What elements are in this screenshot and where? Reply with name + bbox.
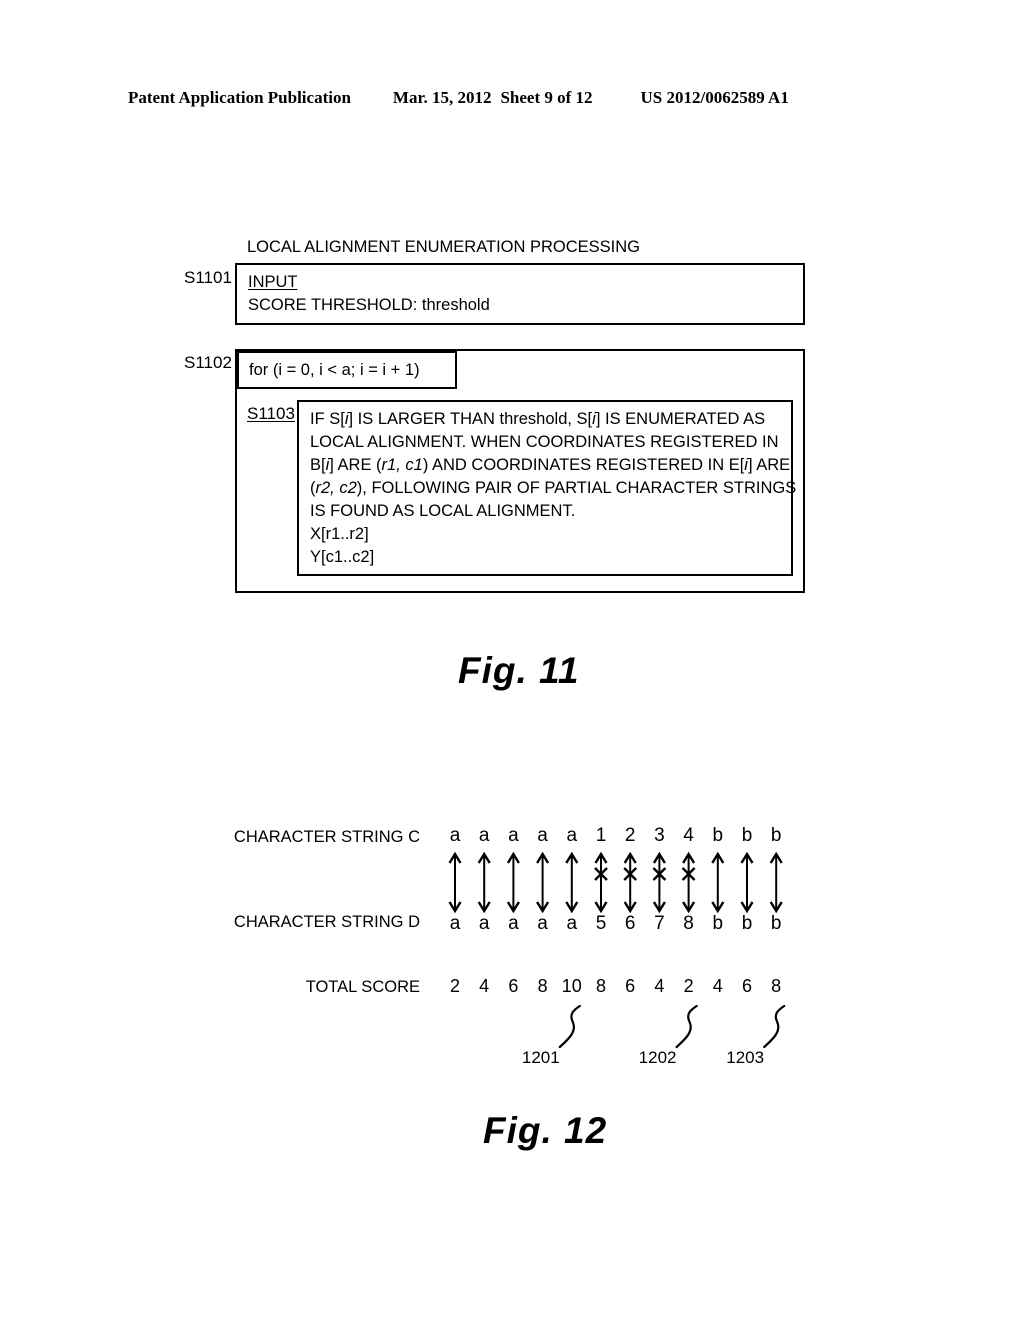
character-string-d-cell: b (770, 913, 782, 934)
total-score-cell: 4 (712, 976, 723, 996)
match-arrow (448, 851, 462, 914)
character-string-c-cell: b (741, 825, 753, 846)
total-score-cell: 4 (654, 976, 665, 996)
character-string-d-cell: b (741, 913, 753, 934)
character-string-c-cell: a (566, 825, 578, 846)
character-string-c-cell: a (537, 825, 548, 846)
total-score-cell: 6 (625, 976, 636, 996)
character-string-c-cell: 2 (624, 825, 636, 846)
callout-number: 1202 (638, 1048, 677, 1067)
character-string-c-row: aaaaa1234bbb (450, 824, 815, 848)
character-string-d-cell: a (449, 913, 461, 934)
label-character-string-c: CHARACTER STRING C (233, 828, 420, 846)
total-score-cell: 4 (479, 976, 490, 996)
character-string-c-cell: b (712, 825, 724, 846)
total-score-cell: 10 (561, 976, 582, 996)
match-arrow (506, 851, 520, 914)
total-score-cell: 6 (741, 976, 752, 996)
mismatch-arrow (623, 851, 638, 914)
total-score-cell: 6 (508, 976, 519, 996)
total-score-cell: 2 (449, 976, 460, 996)
character-string-c-cell: b (770, 825, 782, 846)
match-arrow (536, 851, 550, 914)
character-string-d-cell: 8 (683, 913, 694, 934)
character-string-d-cell: 5 (595, 913, 607, 934)
callout-number: 1203 (726, 1048, 765, 1067)
match-arrow (740, 851, 754, 914)
match-arrow (769, 851, 783, 914)
match-arrow (565, 851, 579, 914)
total-score-row: 2 4 6 8 10 8 6 4 2 4 6 8 (450, 975, 815, 999)
callout-leader-line (558, 1004, 581, 1049)
total-score-cell: 8 (595, 976, 606, 996)
figure-12: CHARACTER STRING C CHARACTER STRING D TO… (0, 0, 1024, 1320)
figure-12-caption: Fig. 12 (483, 1110, 608, 1151)
character-string-c-cell: 1 (595, 825, 607, 846)
character-string-c-cell: 3 (654, 825, 665, 846)
match-arrow (477, 851, 491, 914)
callout-leader-line (675, 1004, 698, 1049)
total-score-cell: 8 (771, 976, 782, 996)
character-string-d-cell: a (478, 913, 490, 934)
character-string-c-cell: a (508, 825, 519, 846)
mismatch-arrow (652, 851, 667, 914)
character-string-c-cell: a (478, 825, 490, 846)
label-total-score: TOTAL SCORE (305, 978, 420, 996)
character-string-d-cell: 7 (654, 913, 665, 934)
character-string-d-cell: a (508, 913, 519, 934)
callout-leader-line (763, 1004, 786, 1049)
character-string-d-row: aaaaa5678bbb (450, 912, 815, 936)
mismatch-arrow (594, 851, 608, 914)
label-character-string-d: CHARACTER STRING D (233, 913, 420, 931)
character-string-c-cell: a (449, 825, 461, 846)
match-arrow (711, 851, 725, 914)
character-string-d-cell: a (566, 913, 578, 934)
callout-number: 1201 (521, 1048, 560, 1067)
character-string-d-cell: b (712, 913, 724, 934)
total-score-cell: 8 (537, 976, 548, 996)
total-score-cell: 2 (683, 976, 694, 996)
mismatch-arrow (681, 851, 696, 914)
character-string-d-cell: a (537, 913, 548, 934)
character-string-c-cell: 4 (683, 825, 694, 846)
character-string-d-cell: 6 (624, 913, 636, 934)
